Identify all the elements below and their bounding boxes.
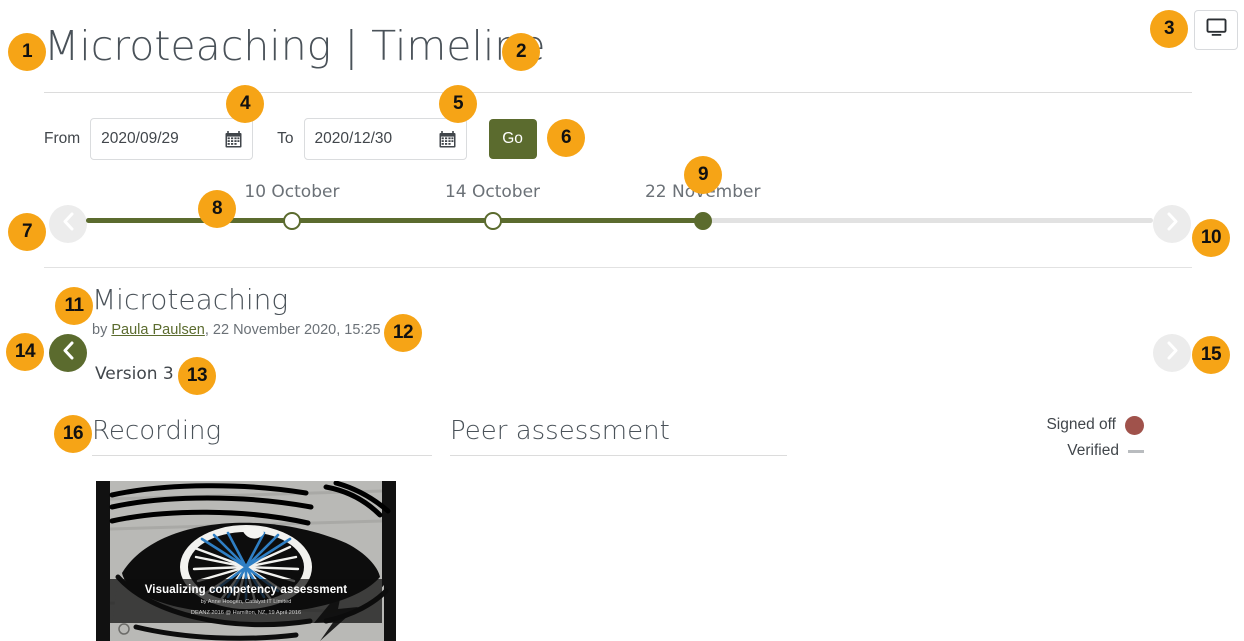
annotation-badge-5: 5	[439, 85, 477, 123]
monitor-icon	[1206, 18, 1227, 42]
previous-version-button[interactable]	[49, 334, 87, 372]
date-filter-row: From 2020/09/29 To 2020/12/30 Go	[44, 118, 537, 160]
annotation-badge-4: 4	[226, 85, 264, 123]
annotation-badge-6: 6	[547, 119, 585, 157]
annotation-badge-11: 11	[55, 287, 93, 325]
chevron-left-icon	[62, 341, 75, 365]
item-meta: by Paula Paulsen, 22 November 2020, 15:2…	[92, 322, 381, 338]
annotation-badge-7: 7	[8, 213, 46, 251]
verified-label: Verified	[1067, 442, 1119, 459]
annotation-badge-14: 14	[6, 333, 44, 371]
display-mode-button[interactable]	[1194, 10, 1238, 50]
timeline-node[interactable]	[693, 211, 712, 230]
timeline: 10 October 14 October 22 November	[0, 182, 1244, 280]
annotation-badge-3: 3	[1150, 10, 1188, 48]
chevron-right-icon	[1166, 341, 1179, 365]
timeline-node[interactable]	[483, 211, 502, 230]
header-divider	[44, 92, 1192, 93]
column-title: Recording	[92, 416, 222, 446]
from-date-value: 2020/09/29	[101, 130, 179, 147]
chevron-right-icon	[1166, 212, 1179, 236]
column-rule	[92, 455, 432, 456]
thumbnail-caption-line2: DEANZ 2016 @ Hamilton, NZ, 19 April 2016	[190, 609, 302, 616]
thumbnail-caption-title: Visualizing competency assessment	[144, 584, 348, 597]
annotation-badge-9: 9	[684, 156, 722, 194]
go-button[interactable]: Go	[488, 119, 537, 159]
thumbnail-caption: Visualizing competency assessment by Ann…	[110, 579, 382, 623]
chevron-left-icon	[62, 212, 75, 236]
timeline-divider	[44, 267, 1192, 268]
status-list: Signed off Verified	[1046, 412, 1144, 464]
to-date-input[interactable]: 2020/12/30	[303, 118, 467, 160]
calendar-icon[interactable]	[225, 130, 242, 148]
timeline-page: Microteaching | Timeline From 2020/09/29	[0, 0, 1244, 641]
timeline-node[interactable]	[282, 211, 301, 230]
timeline-node-label: 14 October	[444, 182, 541, 202]
annotation-badge-2: 2	[502, 33, 540, 71]
annotation-badge-15: 15	[1192, 336, 1230, 374]
timeline-prev-button[interactable]	[49, 205, 87, 243]
to-date-value: 2020/12/30	[314, 130, 393, 147]
column-rule	[450, 455, 787, 456]
item-meta-prefix: by	[92, 322, 112, 338]
thumbnail-caption-line1: by Anne Hoogen, Catalyst IT Limited	[200, 599, 292, 606]
annotation-badge-12: 12	[384, 314, 422, 352]
item-author-link[interactable]: Paula Paulsen	[111, 322, 205, 338]
signed-off-label: Signed off	[1046, 416, 1116, 433]
version-label: Version 3	[95, 364, 174, 384]
item-meta-suffix: , 22 November 2020, 15:25	[204, 322, 381, 338]
column-title: Peer assessment	[450, 416, 670, 446]
from-date-input[interactable]: 2020/09/29	[90, 118, 254, 160]
verified-dash-icon	[1128, 449, 1144, 453]
recording-thumbnail[interactable]: Visualizing competency assessment by Ann…	[96, 481, 396, 641]
column-peer-assessment: Peer assessment	[450, 416, 787, 456]
timeline-progress	[86, 218, 703, 223]
timeline-track[interactable]: 10 October 14 October 22 November	[86, 182, 1153, 230]
annotation-badge-16: 16	[54, 415, 92, 453]
status-signed-off: Signed off	[1046, 412, 1144, 438]
next-version-button[interactable]	[1153, 334, 1191, 372]
annotation-badge-1: 1	[8, 33, 46, 71]
calendar-icon[interactable]	[439, 130, 456, 148]
from-label: From	[44, 130, 81, 147]
status-verified: Verified	[1046, 438, 1144, 464]
annotation-badge-10: 10	[1192, 219, 1230, 257]
signed-off-dot-icon	[1125, 415, 1144, 435]
timeline-node-label: 10 October	[244, 182, 340, 202]
annotation-badge-13: 13	[178, 357, 216, 395]
item-title: Microteaching	[92, 283, 289, 316]
to-label: To	[277, 130, 294, 147]
timeline-next-button[interactable]	[1153, 205, 1191, 243]
column-recording: Recording	[92, 416, 432, 456]
page-title: Microteaching | Timeline	[44, 22, 546, 70]
annotation-badge-8: 8	[198, 190, 236, 228]
